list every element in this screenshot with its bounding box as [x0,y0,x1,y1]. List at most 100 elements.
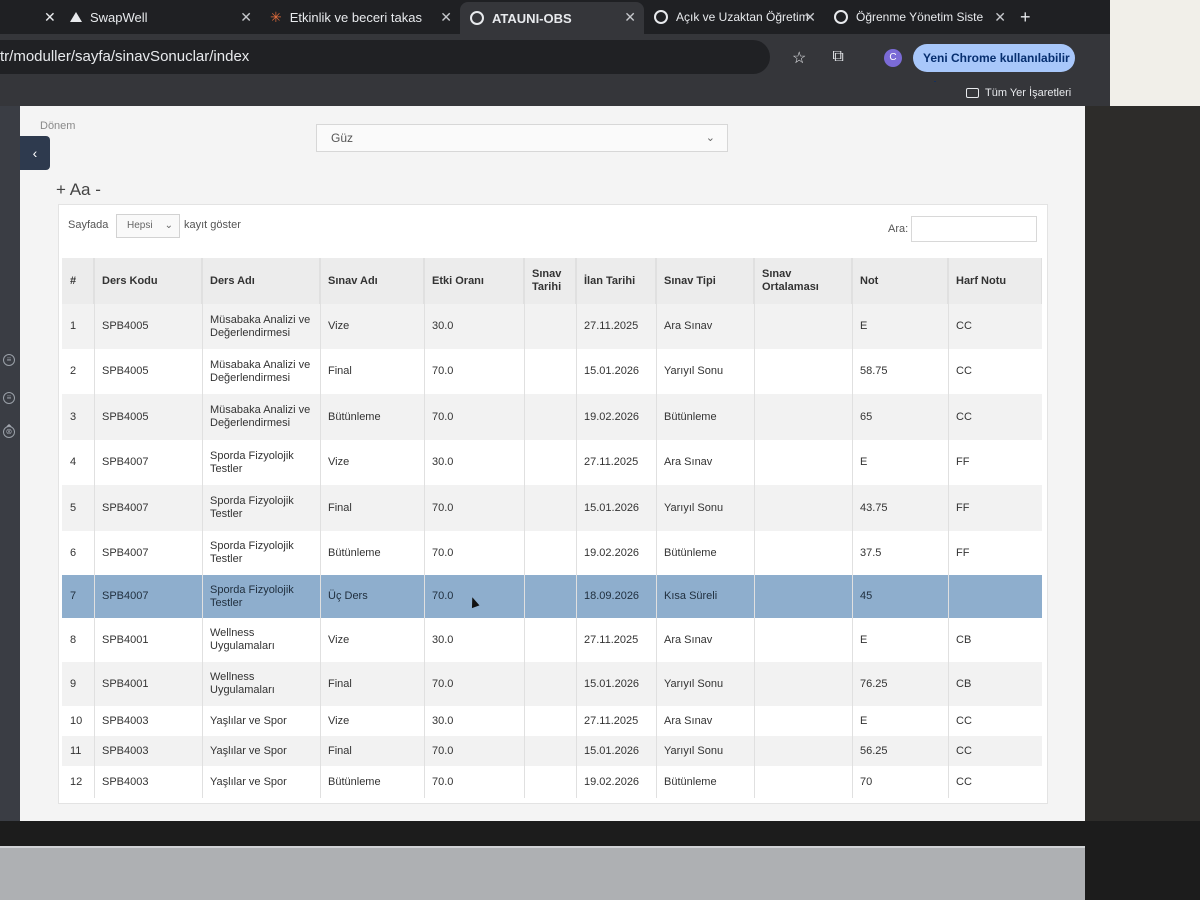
col-sinav-adi-cell: Bütünleme [328,546,381,559]
col-sinav-ortalamasi-header[interactable]: Sınav Ortalaması [754,258,852,304]
col-sinav-tarihi-header[interactable]: Sınav Tarihi [524,258,576,304]
table-row[interactable]: 2 SPB4005 Müsabaka Analizi ve Değerlendirm… [62,349,1042,394]
col-ders-adi-header[interactable]: Ders Adı [202,258,320,304]
col-sinav-ortalamasi-cell [762,618,848,662]
circle-icon[interactable]: ⊗ [3,426,15,438]
col-sinav-tipi-cell: Ara Sınav [664,456,713,468]
col-sinav-tarihi-cell [532,349,572,394]
col-sinav-tarihi-cell [532,706,572,736]
circle-icon[interactable]: ≡ [3,354,15,366]
col-harf-notu-cell: CC [956,320,972,332]
col-harf-notu-cell: CC [956,714,972,727]
tab-title: Etkinlik ve beceri takas [289,9,422,25]
close-icon[interactable]: ✕ [44,9,56,26]
close-icon[interactable]: ✕ [240,9,252,26]
address-bar[interactable]: tr/moduller/sayfa/sinavSonuclar/index [0,40,770,74]
star-icon: ✳ [270,9,282,25]
col-no-cell: 5 [70,501,77,514]
col-sinav-adi-header[interactable]: Sınav Adı [320,258,424,304]
col-ilan-tarihi-cell: 15.01.2026 [584,677,640,690]
col-sinav-adi-cell: Final [328,365,352,377]
extensions-icon[interactable]: ⧉ [832,48,843,68]
col-etki-orani-cell: 30.0 [432,320,454,332]
sidebar-toggle-button[interactable]: ‹ [20,136,50,170]
col-not-cell: 45 [860,590,873,602]
tab-ogrenme-yonetim[interactable]: Öğrenme Yönetim Siste ✕ [824,2,1014,32]
globe-icon [470,11,484,25]
col-no-header[interactable]: # [62,258,94,304]
table-row[interactable]: 10 SPB4003 Yaşlılar ve Spor Vize 30.0 27.11.2… [62,706,1042,736]
col-harf-notu-cell: CB [956,677,972,690]
column-divider [948,258,949,798]
col-ilan-tarihi-cell: 27.11.2025 [584,320,639,332]
tab-atauni-obs[interactable]: ATAUNI-OBS ✕ [460,2,644,34]
col-sinav-tipi-cell: Yarıyıl Sonu [664,501,724,514]
col-ilan-tarihi-cell: 15.01.2026 [584,365,640,377]
col-ilan-tarihi-cell: 19.02.2026 [584,410,640,423]
tab-close-only[interactable]: ✕ [0,2,60,32]
table-row[interactable]: 9 SPB4001 Wellness Uygulamaları Final 70.0 15… [62,662,1042,706]
table-row[interactable]: 4 SPB4007 Sporda Fizyolojik Testler Vize 30.… [62,440,1042,485]
col-etki-orani-cell: 30.0 [432,633,454,646]
table-row[interactable]: 3 SPB4005 Müsabaka Analizi ve Değerlendirm… [62,394,1042,440]
col-ders-kodu-header[interactable]: Ders Kodu [94,258,202,304]
chevron-down-icon: ⌄ [164,220,173,231]
col-sinav-ortalamasi-cell [762,440,848,485]
col-ilan-tarihi-cell: 19.02.2026 [584,546,640,559]
close-icon[interactable]: ✕ [624,9,636,26]
col-ilan-tarihi-header[interactable]: İlan Tarihi [576,258,656,304]
donem-select[interactable]: Güz ⌄ [316,124,728,152]
records-label: kayıt göster [184,219,241,231]
col-sinav-tarihi-cell [532,440,572,485]
col-sinav-tipi-cell: Bütünleme [664,410,717,423]
col-ders-kodu-cell: SPB4003 [102,775,149,788]
col-sinav-ortalamasi-cell [762,736,848,766]
close-icon[interactable]: ✕ [994,9,1006,26]
table-row[interactable]: 6 SPB4007 Sporda Fizyolojik Testler Bütünle… [62,531,1042,575]
col-sinav-tipi-header[interactable]: Sınav Tipi [656,258,754,304]
col-sinav-adi-cell: Vize [328,714,350,727]
tab-etkinlik[interactable]: ✳ Etkinlik ve beceri takas ✕ [260,2,460,32]
col-ders-adi-cell: Müsabaka Analizi ve Değerlendirmesi [210,404,311,429]
font-size-controls[interactable]: + Aa - [56,180,101,200]
bookmark-star-icon[interactable]: ☆ [792,48,806,68]
column-divider [424,258,425,798]
table-row[interactable]: 1 SPB4005 Müsabaka Analizi ve Değerlendirm… [62,304,1042,349]
bookmarks-label: Tüm Yer İşaretleri [985,87,1072,99]
all-bookmarks-button[interactable]: Tüm Yer İşaretleri [966,87,1071,99]
chevron-down-icon: ⌄ [705,132,715,144]
table-row[interactable]: 8 SPB4001 Wellness Uygulamaları Vize 30.0 27.… [62,618,1042,662]
chevron-left-icon: ‹ [32,145,38,161]
search-input[interactable] [911,216,1037,242]
tab-acik-uzaktan[interactable]: Açık ve Uzaktan Öğretim ✕ [644,2,824,32]
table-row[interactable]: 12 SPB4003 Yaşlılar ve Spor Bütünleme 70.0 19… [62,766,1042,798]
table-row[interactable]: 5 SPB4007 Sporda Fizyolojik Testler Final 70… [62,485,1042,531]
toolbar-icons: ☆ ⧉ [792,48,844,68]
col-sinav-ortalamasi-cell [762,766,848,798]
col-sinav-adi-cell: Bütünleme [328,775,381,788]
col-sinav-tarihi-cell [532,736,572,766]
col-ders-adi-cell: Yaşlılar ve Spor [210,714,287,727]
col-harf-notu-header[interactable]: Harf Notu [948,258,1042,304]
new-tab-icon[interactable]: + [1020,7,1031,28]
close-icon[interactable]: ✕ [804,9,816,26]
tab-swapwell[interactable]: SwapWell ✕ [60,2,260,32]
table-row[interactable]: 11 SPB4003 Yaşlılar ve Spor Final 70.0 15.01.… [62,736,1042,766]
chrome-update-button[interactable]: Yeni Chrome kullanılabilir ⋮ [913,44,1075,93]
col-not-cell: 65 [860,410,873,423]
profile-avatar[interactable]: C [884,49,902,67]
col-not-cell: E [860,456,868,468]
col-ders-adi-cell: Sporda Fizyolojik Testler [210,583,294,609]
close-icon[interactable]: ✕ [440,9,452,26]
col-ders-kodu-cell: SPB4007 [102,456,149,468]
col-not-header[interactable]: Not [852,258,948,304]
globe-icon [654,10,668,24]
page-length-select[interactable]: Hepsi ⌄ [116,214,180,238]
col-sinav-tipi-cell: Yarıyıl Sonu [664,365,724,377]
col-etki-orani-header[interactable]: Etki Oranı [424,258,524,304]
circle-icon[interactable]: ≡ [3,392,15,404]
col-ders-adi-cell: Wellness Uygulamaları [210,627,275,652]
column-divider [524,258,525,798]
col-sinav-tarihi-cell [532,531,572,575]
table-row[interactable]: 7 SPB4007 Sporda Fizyolojik Testler Üç Ders… [62,575,1042,618]
